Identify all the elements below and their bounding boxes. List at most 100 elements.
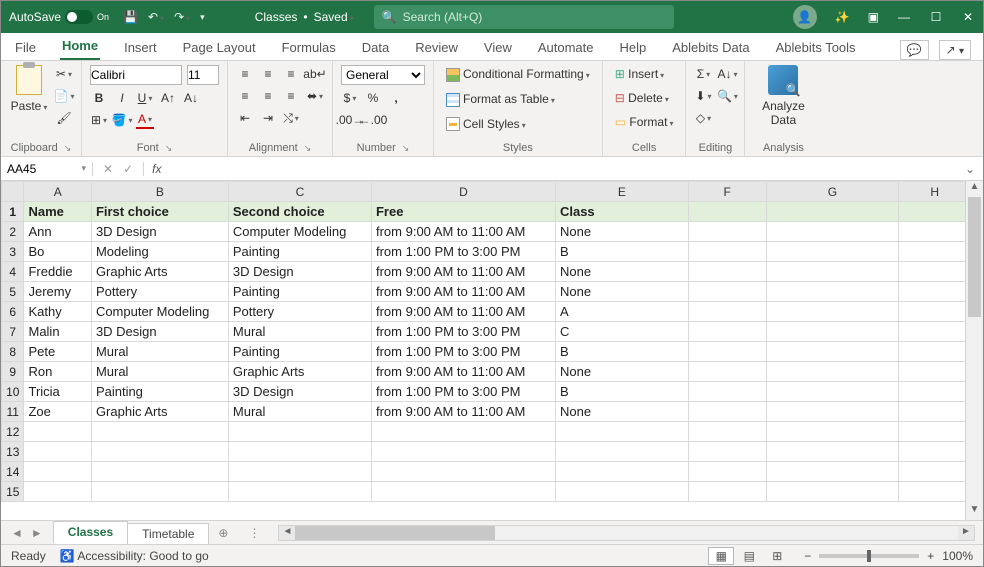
cell[interactable] xyxy=(899,442,965,462)
tab-review[interactable]: Review xyxy=(413,35,460,60)
cell[interactable] xyxy=(24,462,91,482)
cell[interactable]: Second choice xyxy=(228,202,371,222)
cell[interactable] xyxy=(899,422,965,442)
hscroll-thumb[interactable] xyxy=(295,526,495,540)
orientation-icon[interactable]: ⤭ xyxy=(282,109,300,127)
horizontal-scrollbar[interactable]: ◄ ► xyxy=(278,525,975,541)
cell[interactable] xyxy=(688,442,766,462)
cell[interactable]: B xyxy=(555,342,688,362)
cell[interactable] xyxy=(688,302,766,322)
cell[interactable] xyxy=(91,422,228,442)
cell[interactable]: Modeling xyxy=(91,242,228,262)
cell[interactable]: Free xyxy=(371,202,555,222)
wrap-text-icon[interactable]: ab↵ xyxy=(306,65,324,83)
view-page-layout-icon[interactable]: ▤ xyxy=(736,547,762,565)
fill-icon[interactable]: ⬇ xyxy=(694,87,712,105)
qat-customize-icon[interactable]: ▾ xyxy=(200,12,205,23)
insert-cells-button[interactable]: Insert xyxy=(611,65,678,83)
cancel-formula-icon[interactable]: ✕ xyxy=(103,162,113,176)
align-right-icon[interactable]: ≡ xyxy=(282,87,300,105)
cell[interactable]: Painting xyxy=(91,382,228,402)
cell[interactable]: from 9:00 AM to 11:00 AM xyxy=(371,402,555,422)
cell[interactable] xyxy=(688,222,766,242)
cell[interactable]: from 1:00 PM to 3:00 PM xyxy=(371,342,555,362)
merge-center-icon[interactable]: ⬌ xyxy=(306,87,324,105)
vertical-scrollbar[interactable]: ▲ ▼ xyxy=(965,181,983,520)
format-cells-button[interactable]: Format xyxy=(611,113,678,131)
cell[interactable]: Graphic Arts xyxy=(228,362,371,382)
cell[interactable] xyxy=(371,442,555,462)
zoom-out-button[interactable]: − xyxy=(804,549,811,563)
new-sheet-button[interactable]: ⊕ xyxy=(208,526,238,540)
tab-formulas[interactable]: Formulas xyxy=(280,35,338,60)
row-header-14[interactable]: 14 xyxy=(2,462,24,482)
row-header-3[interactable]: 3 xyxy=(2,242,24,262)
cell[interactable]: A xyxy=(555,302,688,322)
cell[interactable]: None xyxy=(555,282,688,302)
bold-button[interactable]: B xyxy=(90,89,108,107)
borders-button[interactable]: ⊞ xyxy=(90,111,108,129)
cell[interactable]: 3D Design xyxy=(91,222,228,242)
tab-insert[interactable]: Insert xyxy=(122,35,159,60)
cell[interactable]: Tricia xyxy=(24,382,91,402)
cell[interactable] xyxy=(24,422,91,442)
col-header-D[interactable]: D xyxy=(371,182,555,202)
cell[interactable] xyxy=(24,442,91,462)
cell[interactable]: Mural xyxy=(91,362,228,382)
cell[interactable] xyxy=(688,282,766,302)
cell[interactable] xyxy=(899,222,965,242)
cell[interactable] xyxy=(688,402,766,422)
font-color-button[interactable]: A xyxy=(136,111,154,129)
cell[interactable] xyxy=(899,262,965,282)
row-header-12[interactable]: 12 xyxy=(2,422,24,442)
cell[interactable]: Freddie xyxy=(24,262,91,282)
number-launcher[interactable]: ↘ xyxy=(402,143,410,154)
cell[interactable]: Mural xyxy=(228,322,371,342)
cell[interactable] xyxy=(899,382,965,402)
cell[interactable]: First choice xyxy=(91,202,228,222)
comments-button[interactable]: 💬 xyxy=(900,40,929,60)
cell[interactable] xyxy=(766,222,899,242)
sort-filter-icon[interactable]: A↓ xyxy=(718,65,736,83)
cell[interactable]: Mural xyxy=(228,402,371,422)
col-header-C[interactable]: C xyxy=(228,182,371,202)
cell[interactable] xyxy=(899,402,965,422)
scroll-left-icon[interactable]: ◄ xyxy=(279,526,295,540)
tab-automate[interactable]: Automate xyxy=(536,35,596,60)
cell[interactable] xyxy=(228,462,371,482)
font-name-input[interactable] xyxy=(90,65,182,85)
cell[interactable]: Ann xyxy=(24,222,91,242)
cell[interactable]: Mural xyxy=(91,342,228,362)
cell[interactable] xyxy=(371,422,555,442)
close-button[interactable]: ✕ xyxy=(961,10,975,24)
row-header-9[interactable]: 9 xyxy=(2,362,24,382)
tab-home[interactable]: Home xyxy=(60,33,100,60)
undo-icon[interactable]: ↶ xyxy=(148,10,164,24)
align-top-icon[interactable]: ≡ xyxy=(236,65,254,83)
cell[interactable]: 3D Design xyxy=(228,382,371,402)
cell[interactable]: from 9:00 AM to 11:00 AM xyxy=(371,282,555,302)
cell[interactable]: from 1:00 PM to 3:00 PM xyxy=(371,322,555,342)
scroll-down-icon[interactable]: ▼ xyxy=(966,504,983,520)
sheet-nav-next-icon[interactable]: ► xyxy=(31,526,43,540)
view-normal-icon[interactable]: ▦ xyxy=(708,547,734,565)
cell[interactable]: Kathy xyxy=(24,302,91,322)
cell[interactable]: Graphic Arts xyxy=(91,262,228,282)
col-header-H[interactable]: H xyxy=(899,182,965,202)
cell[interactable] xyxy=(228,482,371,502)
cell[interactable] xyxy=(24,482,91,502)
search-box[interactable]: 🔍 Search (Alt+Q) xyxy=(374,5,674,29)
row-header-7[interactable]: 7 xyxy=(2,322,24,342)
zoom-slider[interactable] xyxy=(819,554,919,558)
cell[interactable] xyxy=(766,482,899,502)
increase-indent-icon[interactable]: ⇥ xyxy=(259,109,277,127)
redo-icon[interactable]: ↷ xyxy=(174,10,190,24)
font-size-input[interactable] xyxy=(187,65,219,85)
cell[interactable]: B xyxy=(555,382,688,402)
cell[interactable]: None xyxy=(555,402,688,422)
conditional-formatting-button[interactable]: Conditional Formatting xyxy=(442,65,594,84)
cell[interactable]: from 9:00 AM to 11:00 AM xyxy=(371,362,555,382)
align-bottom-icon[interactable]: ≡ xyxy=(282,65,300,83)
comma-format-icon[interactable]: , xyxy=(387,89,405,107)
cell[interactable] xyxy=(766,442,899,462)
